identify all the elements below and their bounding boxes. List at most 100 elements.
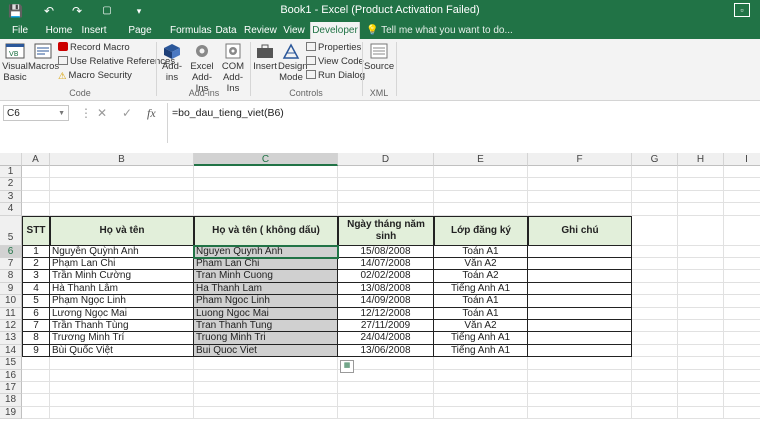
name-cell[interactable]: Bùi Quốc Việt bbox=[50, 344, 194, 358]
row-header[interactable]: 16 bbox=[0, 369, 22, 382]
cell[interactable] bbox=[632, 258, 678, 271]
cell[interactable] bbox=[632, 215, 678, 246]
properties-button[interactable]: Properties bbox=[306, 42, 361, 54]
macro-security-button[interactable]: ⚠ Macro Security bbox=[58, 70, 132, 82]
cell[interactable] bbox=[528, 166, 632, 179]
add-ins-button[interactable]: Add-ins bbox=[160, 42, 184, 83]
tab-insert[interactable]: Insert bbox=[80, 22, 108, 39]
class-cell[interactable]: Tiếng Anh A1 bbox=[434, 332, 528, 345]
stt-cell[interactable]: 8 bbox=[22, 332, 50, 345]
name-cell[interactable]: Trần Thanh Tùng bbox=[50, 320, 194, 333]
class-cell[interactable]: Toán A1 bbox=[434, 307, 528, 320]
cell[interactable] bbox=[194, 357, 338, 370]
tab-file[interactable]: File bbox=[6, 22, 34, 39]
cell[interactable] bbox=[678, 344, 724, 358]
insert-control-button[interactable]: Insert bbox=[253, 42, 277, 72]
cell[interactable] bbox=[50, 357, 194, 370]
row-header[interactable]: 12 bbox=[0, 320, 22, 333]
cell[interactable] bbox=[678, 215, 724, 246]
cell[interactable] bbox=[632, 190, 678, 204]
cell[interactable] bbox=[22, 357, 50, 370]
cell[interactable] bbox=[678, 295, 724, 308]
cell[interactable] bbox=[678, 258, 724, 271]
cell[interactable] bbox=[632, 344, 678, 358]
cell[interactable] bbox=[528, 406, 632, 420]
name-cell[interactable]: Trần Minh Cường bbox=[50, 270, 194, 283]
row-header[interactable]: 1 bbox=[0, 166, 22, 179]
cell[interactable] bbox=[724, 203, 760, 216]
cell[interactable] bbox=[22, 406, 50, 420]
cell[interactable] bbox=[194, 406, 338, 420]
cell[interactable] bbox=[50, 382, 194, 395]
row-header[interactable]: 19 bbox=[0, 406, 22, 420]
class-cell[interactable]: Tiếng Anh A1 bbox=[434, 282, 528, 296]
cell[interactable] bbox=[22, 178, 50, 191]
name-cell[interactable]: Hà Thanh Lâm bbox=[50, 282, 194, 296]
name-no-accent-cell[interactable]: Tran Thanh Tung bbox=[194, 320, 338, 333]
cell[interactable] bbox=[434, 190, 528, 204]
name-cell[interactable]: Trương Minh Trí bbox=[50, 332, 194, 345]
cell[interactable] bbox=[434, 394, 528, 407]
cell[interactable] bbox=[50, 394, 194, 407]
stt-cell[interactable]: 4 bbox=[22, 282, 50, 296]
cell[interactable] bbox=[678, 406, 724, 420]
name-no-accent-cell[interactable]: Luong Ngoc Mai bbox=[194, 307, 338, 320]
macros-button[interactable]: Macros bbox=[28, 42, 59, 72]
row-header[interactable]: 2 bbox=[0, 178, 22, 191]
column-header-b[interactable]: B bbox=[50, 153, 194, 166]
cell[interactable] bbox=[632, 295, 678, 308]
cell[interactable] bbox=[724, 166, 760, 179]
cell[interactable] bbox=[194, 394, 338, 407]
tell-me-box[interactable]: 💡 Tell me what you want to do... bbox=[366, 22, 513, 39]
cell[interactable] bbox=[338, 406, 434, 420]
cell[interactable] bbox=[528, 357, 632, 370]
cell[interactable] bbox=[724, 216, 760, 246]
com-add-ins-button[interactable]: COM Add-Ins bbox=[218, 42, 248, 94]
cell[interactable] bbox=[632, 382, 678, 395]
tab-view[interactable]: View bbox=[282, 22, 306, 39]
cell[interactable] bbox=[434, 166, 528, 179]
cell[interactable] bbox=[194, 203, 338, 216]
enter-icon[interactable]: ✓ bbox=[122, 105, 132, 121]
cell[interactable] bbox=[678, 166, 724, 179]
name-cell[interactable]: Phạm Lan Chi bbox=[50, 258, 194, 271]
cell[interactable] bbox=[194, 178, 338, 191]
cell[interactable] bbox=[50, 406, 194, 420]
column-header-g[interactable]: G bbox=[632, 153, 678, 166]
cell[interactable] bbox=[724, 382, 760, 395]
cell[interactable] bbox=[22, 203, 50, 216]
row-header[interactable]: 18 bbox=[0, 394, 22, 407]
cell[interactable] bbox=[528, 369, 632, 382]
name-no-accent-cell[interactable]: Pham Lan Chi bbox=[194, 258, 338, 271]
table-header-cell[interactable]: Ngày tháng năm sinh bbox=[338, 215, 434, 246]
cell[interactable] bbox=[632, 332, 678, 345]
note-cell[interactable] bbox=[528, 320, 632, 333]
note-cell[interactable] bbox=[528, 295, 632, 308]
tab-data[interactable]: Data bbox=[214, 22, 238, 39]
cell[interactable] bbox=[194, 382, 338, 395]
stt-cell[interactable]: 9 bbox=[22, 344, 50, 358]
row-header[interactable]: 14 bbox=[0, 344, 22, 358]
xml-source-button[interactable]: Source bbox=[364, 42, 394, 72]
note-cell[interactable] bbox=[528, 258, 632, 271]
cell[interactable] bbox=[338, 190, 434, 204]
birthdate-cell[interactable]: 27/11/2009 bbox=[338, 320, 434, 333]
name-cell[interactable]: Lương Ngọc Mai bbox=[50, 307, 194, 320]
cell[interactable] bbox=[724, 270, 760, 283]
name-no-accent-cell[interactable]: Nguyen Quynh Anh bbox=[193, 244, 339, 260]
note-cell[interactable] bbox=[528, 332, 632, 345]
cell[interactable] bbox=[434, 406, 528, 420]
name-box[interactable]: C6 ▼ bbox=[3, 105, 69, 121]
cell[interactable] bbox=[338, 203, 434, 216]
cell[interactable] bbox=[50, 203, 194, 216]
cell[interactable] bbox=[724, 258, 760, 271]
class-cell[interactable]: Văn A2 bbox=[434, 258, 528, 271]
tab-developer[interactable]: Developer bbox=[310, 22, 360, 39]
cell[interactable] bbox=[678, 190, 724, 204]
use-relative-references-button[interactable]: Use Relative References bbox=[58, 56, 175, 68]
cell[interactable] bbox=[22, 166, 50, 179]
cell[interactable] bbox=[724, 295, 760, 308]
table-header-cell[interactable]: Lớp đăng ký bbox=[434, 215, 528, 246]
cell[interactable] bbox=[632, 307, 678, 320]
cell[interactable] bbox=[678, 394, 724, 407]
